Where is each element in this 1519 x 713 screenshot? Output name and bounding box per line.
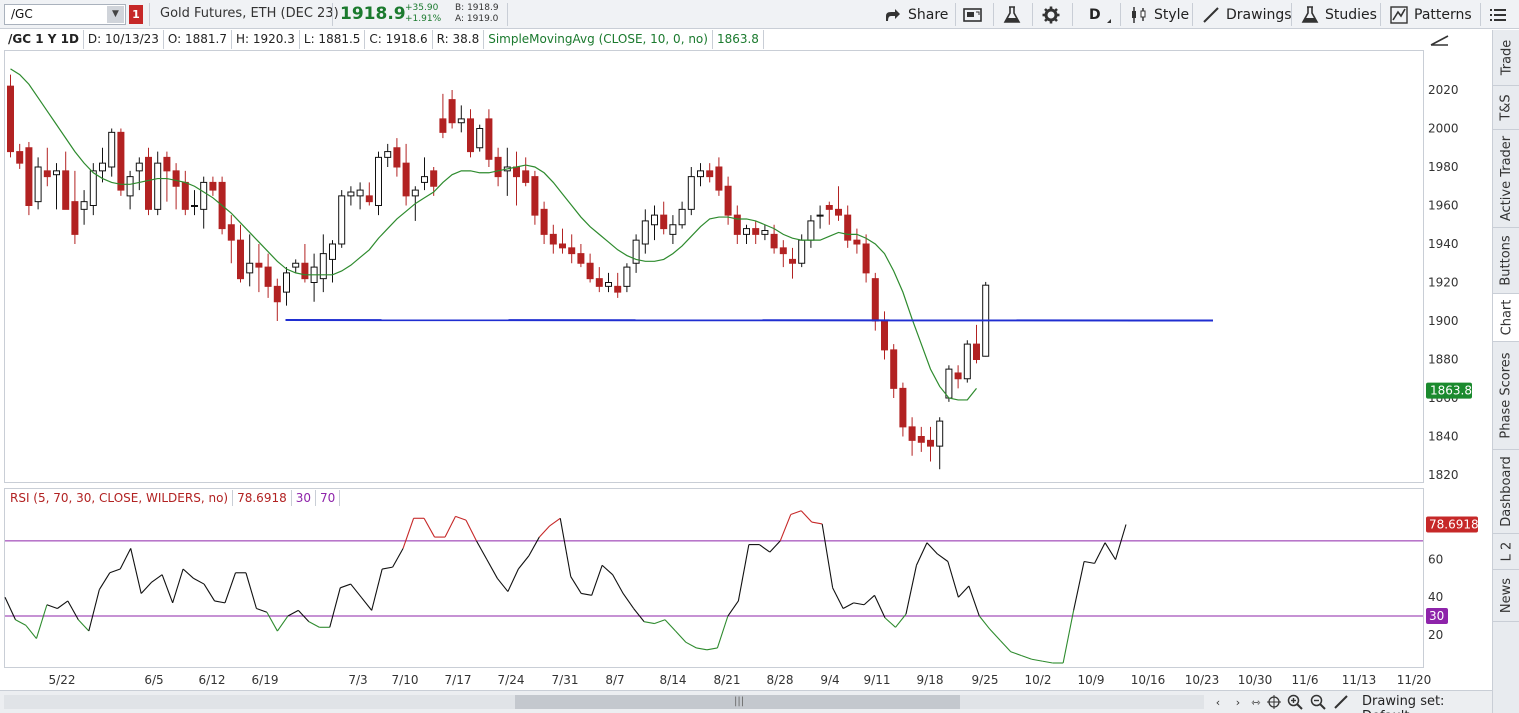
- zoom-in-icon[interactable]: [1285, 693, 1305, 711]
- drawing-set-selector[interactable]: Drawing set: Default ▾: [1362, 694, 1492, 713]
- time-tick-label: 6/12: [199, 673, 226, 687]
- time-tick-label: 9/4: [820, 673, 839, 687]
- time-tick-label: 9/18: [917, 673, 944, 687]
- time-tick-label: 11/20: [1397, 673, 1432, 687]
- time-tick-label: 10/23: [1185, 673, 1220, 687]
- tab-phase-scores[interactable]: Phase Scores: [1493, 342, 1519, 450]
- menu-button[interactable]: [1489, 3, 1513, 26]
- zoom-out-icon[interactable]: [1308, 693, 1328, 711]
- time-tick-label: 8/21: [714, 673, 741, 687]
- tab-label: Phase Scores: [1499, 352, 1515, 439]
- time-tick-label: 10/30: [1238, 673, 1273, 687]
- tab-label: Chart: [1499, 299, 1515, 336]
- tab-label: News: [1499, 577, 1515, 614]
- time-tick-label: 8/28: [767, 673, 794, 687]
- tab-label: L 2: [1499, 541, 1514, 562]
- time-tick-label: 8/7: [605, 673, 624, 687]
- time-tick-label: 7/31: [552, 673, 579, 687]
- time-tick-label: 10/9: [1078, 673, 1105, 687]
- tab-trade[interactable]: Trade: [1493, 30, 1519, 86]
- time-tick-label: 7/3: [348, 673, 367, 687]
- tab-time-and-sales[interactable]: T&S: [1493, 86, 1519, 130]
- pan-arrows-icon[interactable]: ⇿: [1246, 693, 1266, 711]
- tab-label: Buttons: [1499, 235, 1515, 286]
- tab-chart[interactable]: Chart: [1493, 294, 1519, 342]
- scroll-grip-icon: |||: [734, 696, 745, 707]
- time-tick-label: 10/2: [1025, 673, 1052, 687]
- bottom-bar: ||| ‹ › ⇿ Drawing set: Default ▾: [0, 690, 1492, 713]
- time-tick-label: 11/6: [1292, 673, 1319, 687]
- side-tabs: Trade T&S Active Trader Buttons Chart Ph…: [1492, 30, 1519, 713]
- tab-dashboard[interactable]: Dashboard: [1493, 450, 1519, 534]
- time-tick-label: 5/22: [49, 673, 76, 687]
- crosshair-icon[interactable]: [1264, 693, 1284, 711]
- tab-label: Active Trader: [1499, 135, 1514, 222]
- time-tick-label: 9/25: [972, 673, 999, 687]
- time-tick-label: 10/16: [1131, 673, 1166, 687]
- tab-label: Trade: [1499, 39, 1514, 76]
- time-tick-label: 7/17: [445, 673, 472, 687]
- tab-label: Dashboard: [1499, 456, 1514, 527]
- draw-line-icon[interactable]: [1331, 693, 1351, 711]
- tab-active-trader[interactable]: Active Trader: [1493, 130, 1519, 228]
- time-tick-label: 8/14: [660, 673, 687, 687]
- time-tick-label: 9/11: [864, 673, 891, 687]
- time-tick-label: 6/5: [144, 673, 163, 687]
- tab-news[interactable]: News: [1493, 570, 1519, 622]
- tab-level2[interactable]: L 2: [1493, 534, 1519, 570]
- scroll-left-icon[interactable]: ‹: [1208, 693, 1228, 711]
- time-tick-label: 7/10: [392, 673, 419, 687]
- time-tick-label: 7/24: [498, 673, 525, 687]
- time-axis: 5/22 6/5 6/12 6/19 7/3 7/10 7/17 7/24 7/31 8/7 8/1…: [49, 673, 1432, 687]
- time-tick-label: 11/13: [1342, 673, 1377, 687]
- scroll-right-icon[interactable]: ›: [1228, 693, 1248, 711]
- tab-buttons[interactable]: Buttons: [1493, 228, 1519, 294]
- time-tick-label: 6/19: [252, 673, 279, 687]
- tab-label: T&S: [1499, 94, 1514, 121]
